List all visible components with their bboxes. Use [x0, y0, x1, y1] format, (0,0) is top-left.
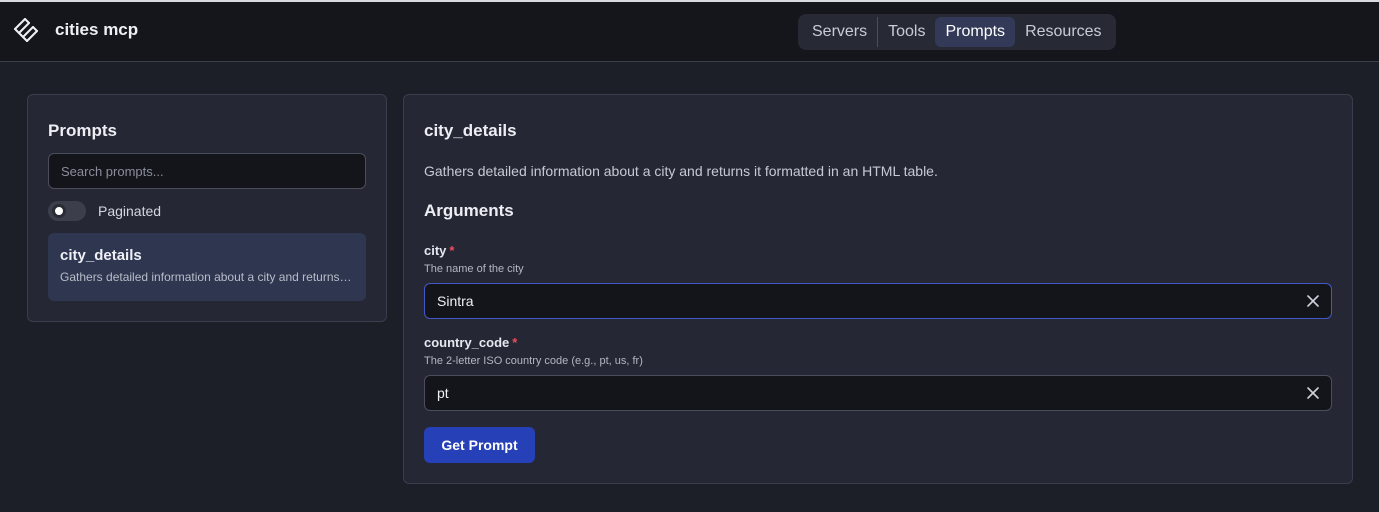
required-mark: * — [449, 243, 455, 258]
prompt-item-name: city_details — [60, 247, 142, 264]
search-prompts-input[interactable] — [48, 153, 366, 189]
prompt-detail-panel: city_details Gathers detailed informatio… — [403, 94, 1353, 484]
prompt-item-description: Gathers detailed information about a cit… — [60, 270, 354, 284]
country-code-label-text: country_code — [424, 335, 510, 350]
country-code-field — [424, 375, 1332, 411]
sidebar-title: Prompts — [48, 121, 117, 140]
prompts-sidebar: Prompts Paginated city_details Gathers d… — [27, 94, 387, 322]
paginated-label: Paginated — [98, 203, 162, 219]
get-prompt-button[interactable]: Get Prompt — [424, 427, 535, 463]
brand[interactable]: cities mcp — [12, 16, 138, 44]
city-input[interactable] — [425, 284, 1285, 318]
city-label: city * — [424, 243, 454, 258]
clear-city-icon[interactable] — [1305, 293, 1321, 309]
main-nav: Servers Tools Prompts Resources — [798, 14, 1116, 50]
paginated-toggle[interactable] — [48, 201, 86, 221]
city-field — [424, 283, 1332, 319]
country-code-input[interactable] — [425, 376, 1285, 410]
country-code-help: The 2-letter ISO country code (e.g., pt,… — [424, 355, 643, 367]
nav-tab-servers[interactable]: Servers — [802, 17, 877, 47]
city-label-text: city — [424, 243, 447, 258]
nav-tab-tools[interactable]: Tools — [878, 17, 935, 47]
paginated-toggle-row: Paginated — [48, 201, 161, 221]
app-name: cities mcp — [55, 20, 139, 39]
toggle-knob — [52, 204, 66, 218]
nav-tab-resources[interactable]: Resources — [1015, 17, 1111, 47]
city-help: The name of the city — [424, 263, 524, 275]
nav-tab-prompts[interactable]: Prompts — [935, 17, 1016, 47]
prompt-list-item[interactable]: city_details Gathers detailed informatio… — [48, 233, 366, 301]
prompt-title: city_details — [424, 121, 517, 140]
prompt-description: Gathers detailed information about a cit… — [424, 163, 938, 179]
layers-stack-icon — [12, 16, 40, 44]
required-mark: * — [512, 335, 518, 350]
arguments-heading: Arguments — [424, 201, 514, 220]
top-bar: cities mcp Servers Tools Prompts Resourc… — [0, 0, 1379, 62]
country-code-label: country_code * — [424, 335, 517, 350]
clear-country-code-icon[interactable] — [1305, 385, 1321, 401]
